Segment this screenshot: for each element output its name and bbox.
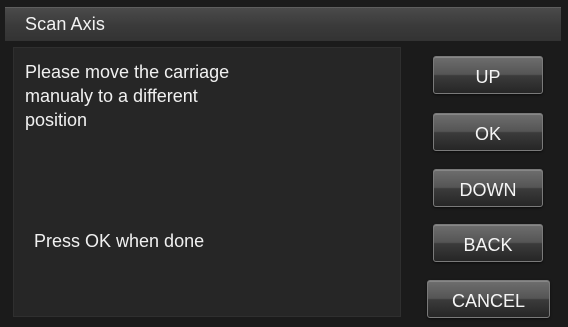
instruction-text: Please move the carriage manualy to a di… <box>25 62 230 130</box>
hint-text: Press OK when done <box>34 231 205 251</box>
up-button[interactable]: UP <box>433 56 543 94</box>
back-button[interactable]: BACK <box>433 224 543 262</box>
printer-screen: Scan Axis Please move the carriage manua… <box>0 0 568 327</box>
page-title: Scan Axis <box>25 14 105 34</box>
title-bar: Scan Axis <box>5 7 561 41</box>
down-button[interactable]: DOWN <box>433 169 543 207</box>
ok-button[interactable]: OK <box>433 113 543 151</box>
message-panel: Please move the carriage manualy to a di… <box>13 47 401 317</box>
cancel-button[interactable]: CANCEL <box>427 280 550 318</box>
